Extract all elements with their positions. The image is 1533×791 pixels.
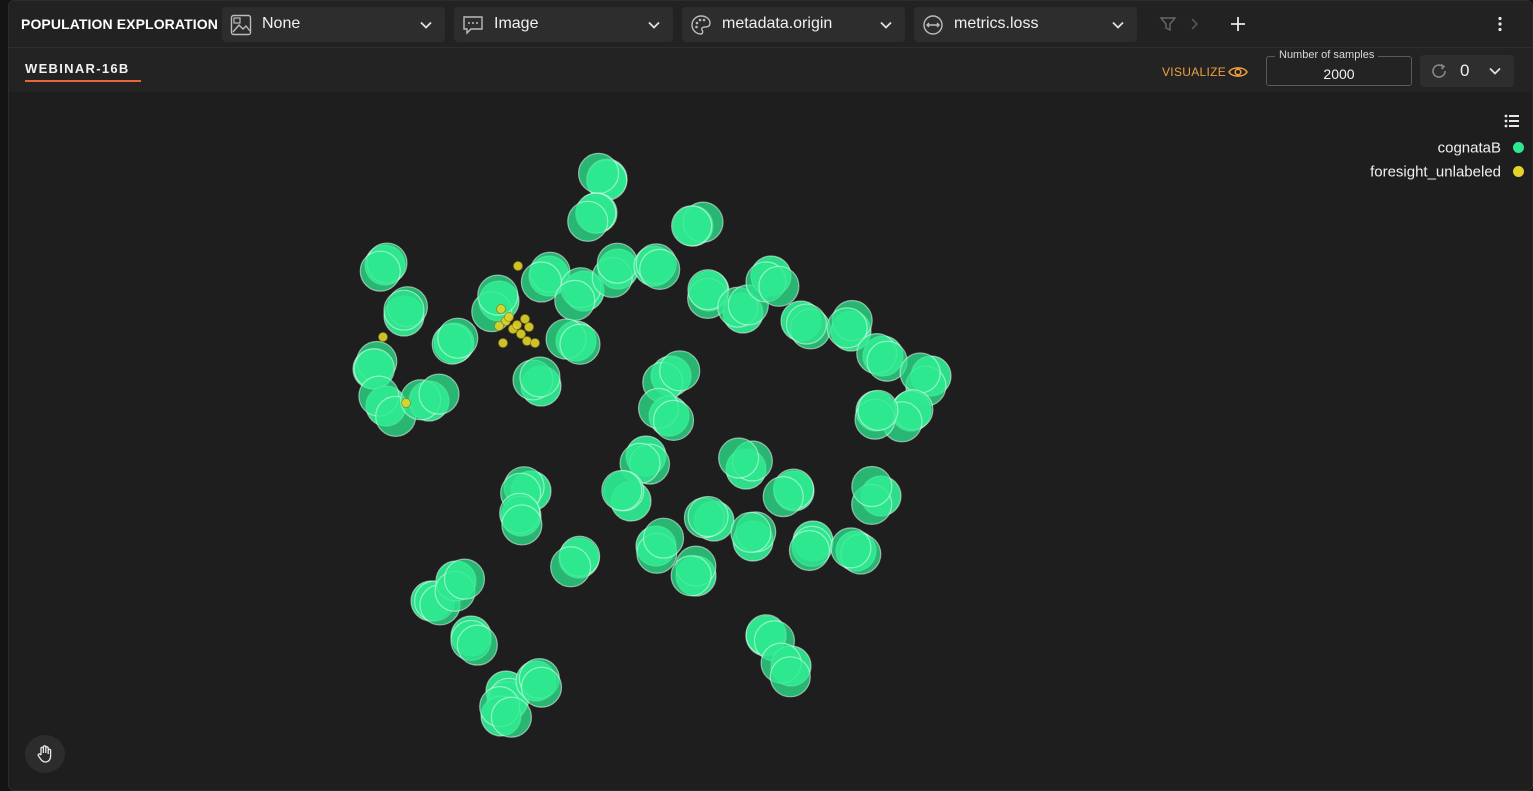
chevron-down-icon xyxy=(880,21,892,29)
scatter-point[interactable] xyxy=(671,205,713,247)
scatter-point[interactable] xyxy=(730,511,772,553)
scatter-point[interactable] xyxy=(554,279,596,321)
scatter-point[interactable] xyxy=(494,321,504,331)
scatter-point[interactable] xyxy=(601,469,643,512)
scatter-point[interactable] xyxy=(718,437,760,479)
resize-icon xyxy=(923,15,943,35)
palette-icon xyxy=(691,15,711,35)
scatter-point[interactable] xyxy=(520,666,563,708)
refresh-count: 0 xyxy=(1460,61,1470,80)
image-dropdown[interactable]: None xyxy=(222,7,445,42)
scatter-point[interactable] xyxy=(501,504,543,546)
scatter-point[interactable] xyxy=(762,476,804,518)
more-options-icon[interactable] xyxy=(1491,15,1509,33)
size-dropdown[interactable]: metrics.loss xyxy=(914,7,1137,42)
scatter-point[interactable] xyxy=(530,338,540,348)
image-dropdown-value: None xyxy=(262,15,301,32)
refresh-version-dropdown[interactable]: 0 xyxy=(1420,55,1514,87)
scatter-plot[interactable] xyxy=(9,93,1532,790)
scatter-point[interactable] xyxy=(418,373,460,415)
series-cognatab xyxy=(352,152,952,738)
chevron-right-icon xyxy=(1191,18,1199,30)
scatter-point[interactable] xyxy=(670,555,712,597)
scatter-point[interactable] xyxy=(504,312,514,322)
scatter-point[interactable] xyxy=(383,289,425,331)
legend-swatch xyxy=(1513,166,1524,178)
scatter-point[interactable] xyxy=(899,352,941,394)
size-dropdown-value: metrics.loss xyxy=(954,15,1039,32)
session-bar: WEBINAR-16B VISUALIZE Number of samples … xyxy=(9,48,1532,92)
scatter-point[interactable] xyxy=(520,314,530,324)
legend-label: cognataB xyxy=(1437,139,1501,157)
scatter-point[interactable] xyxy=(437,317,479,359)
scatter-point[interactable] xyxy=(830,527,872,569)
scatter-point[interactable] xyxy=(687,495,729,538)
scatter-point[interactable] xyxy=(559,323,601,365)
scatter-point[interactable] xyxy=(359,250,401,292)
scatter-point[interactable] xyxy=(769,656,811,698)
hand-icon xyxy=(37,745,52,763)
chat-icon xyxy=(463,16,483,35)
samples-value: 2000 xyxy=(1323,66,1355,82)
scatter-point[interactable] xyxy=(498,338,508,348)
legend-item-cognatab[interactable]: cognataB xyxy=(1438,139,1524,159)
samples-label: Number of samples xyxy=(1275,49,1379,61)
legend-list-icon[interactable] xyxy=(1503,112,1521,130)
tab-active-indicator xyxy=(25,80,141,82)
samples-field[interactable]: Number of samples 2000 xyxy=(1266,49,1412,86)
chevron-down-icon xyxy=(648,21,660,29)
legend-swatch xyxy=(1513,142,1524,154)
visualize-label: VISUALIZE xyxy=(1162,65,1227,79)
color-dropdown[interactable]: metadata.origin xyxy=(682,7,905,42)
scatter-point[interactable] xyxy=(550,546,592,588)
population-exploration-panel: POPULATION EXPLORATION None Image metada… xyxy=(8,0,1533,791)
legend-item-foresight-unlabeled[interactable]: foresight_unlabeled xyxy=(1370,163,1524,183)
scatter-point[interactable] xyxy=(567,200,609,242)
chevron-down-icon xyxy=(420,21,432,29)
scatter-point[interactable] xyxy=(788,529,831,572)
scatter-point[interactable] xyxy=(513,261,523,271)
scatter-point[interactable] xyxy=(652,399,695,441)
add-icon[interactable] xyxy=(1229,15,1247,33)
scatter-point[interactable] xyxy=(758,265,800,307)
scatter-point[interactable] xyxy=(857,389,899,431)
scatter-point[interactable] xyxy=(577,152,620,194)
toolbar: POPULATION EXPLORATION None Image metada… xyxy=(9,1,1532,48)
tooltip-dropdown[interactable]: Image xyxy=(454,7,673,42)
scatter-point[interactable] xyxy=(639,248,681,290)
scatter-point[interactable] xyxy=(496,304,506,314)
scatter-point[interactable] xyxy=(659,350,701,392)
page-title: POPULATION EXPLORATION xyxy=(21,16,218,32)
scatter-point[interactable] xyxy=(519,356,561,398)
scatter-point[interactable] xyxy=(443,558,486,600)
tab-session[interactable]: WEBINAR-16B xyxy=(25,61,130,76)
color-dropdown-value: metadata.origin xyxy=(722,15,833,32)
scatter-point[interactable] xyxy=(401,398,411,408)
eye-icon xyxy=(1228,67,1248,77)
scatter-point[interactable] xyxy=(851,465,893,508)
pan-tool-button[interactable] xyxy=(25,735,65,773)
scatter-plot-area[interactable]: cognataB foresight_unlabeled xyxy=(9,93,1532,790)
legend-label: foresight_unlabeled xyxy=(1370,163,1501,181)
scatter-point[interactable] xyxy=(522,336,532,346)
scatter-point[interactable] xyxy=(524,322,534,332)
scatter-point[interactable] xyxy=(378,332,388,342)
scatter-point[interactable] xyxy=(596,242,638,284)
refresh-icon xyxy=(1432,63,1446,78)
scatter-point[interactable] xyxy=(785,303,828,345)
scatter-point[interactable] xyxy=(642,517,685,559)
scatter-point[interactable] xyxy=(490,696,533,738)
tooltip-dropdown-value: Image xyxy=(494,15,539,32)
scatter-point[interactable] xyxy=(456,624,498,666)
scatter-point[interactable] xyxy=(512,320,522,330)
image-icon xyxy=(230,14,252,36)
chevron-down-icon xyxy=(1112,21,1124,29)
chevron-down-icon xyxy=(1489,67,1501,75)
filter-icon[interactable] xyxy=(1159,15,1177,33)
